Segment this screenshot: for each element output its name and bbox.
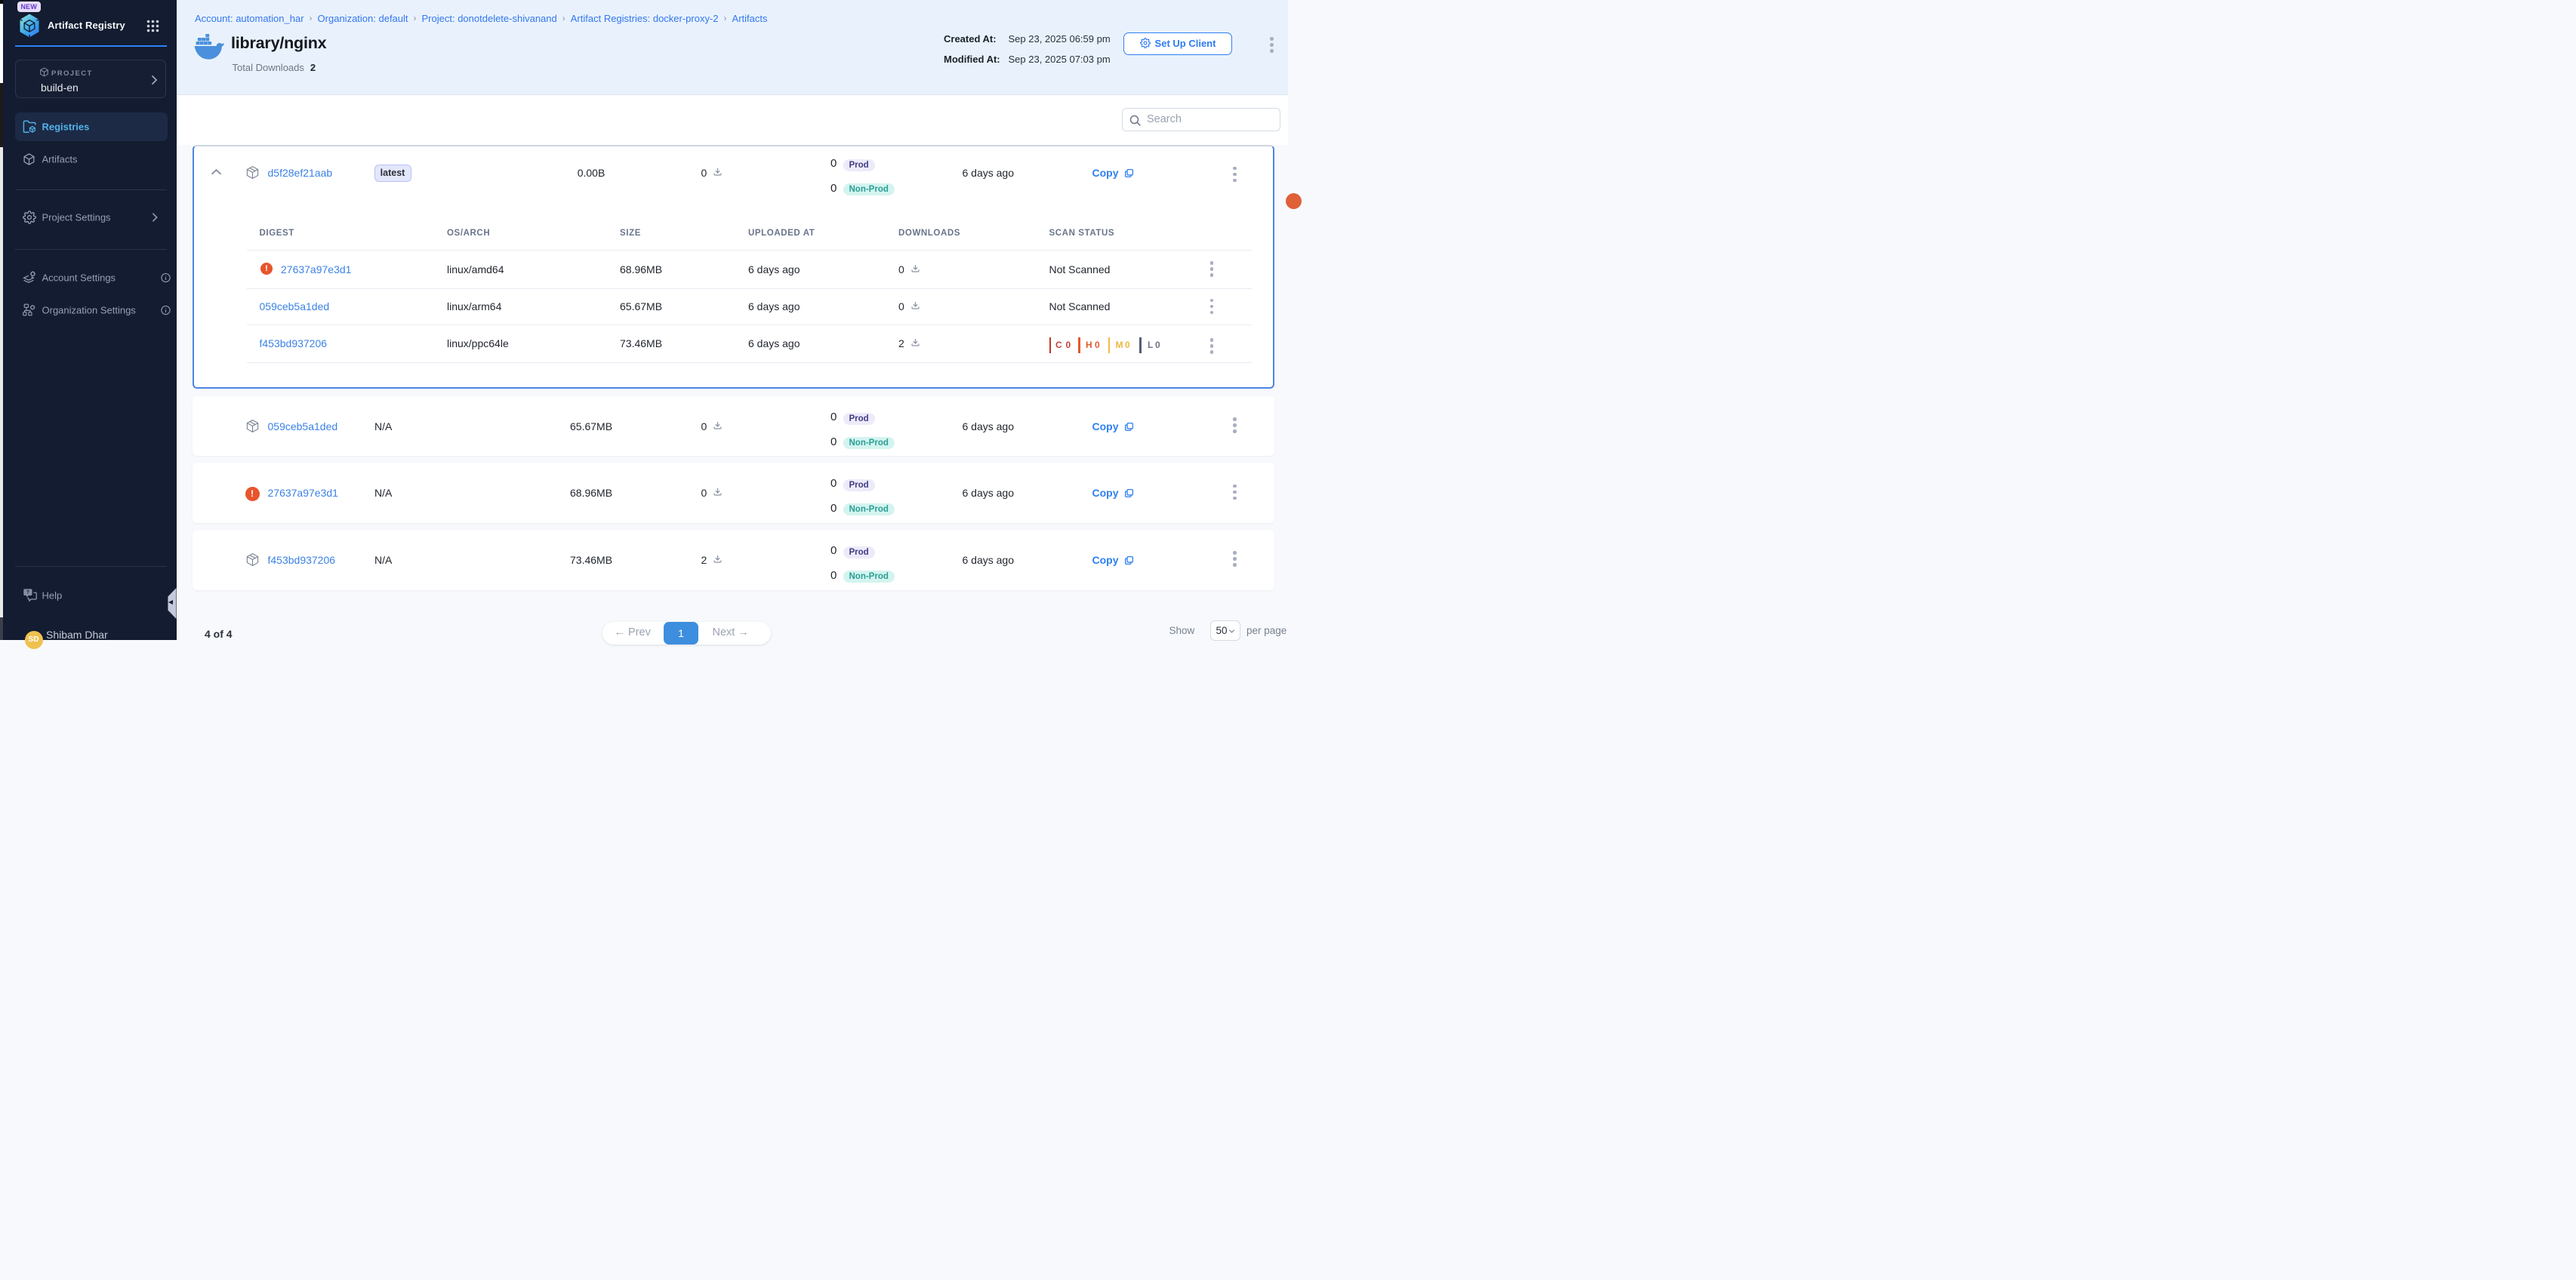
svg-text:?: ? — [26, 590, 29, 595]
